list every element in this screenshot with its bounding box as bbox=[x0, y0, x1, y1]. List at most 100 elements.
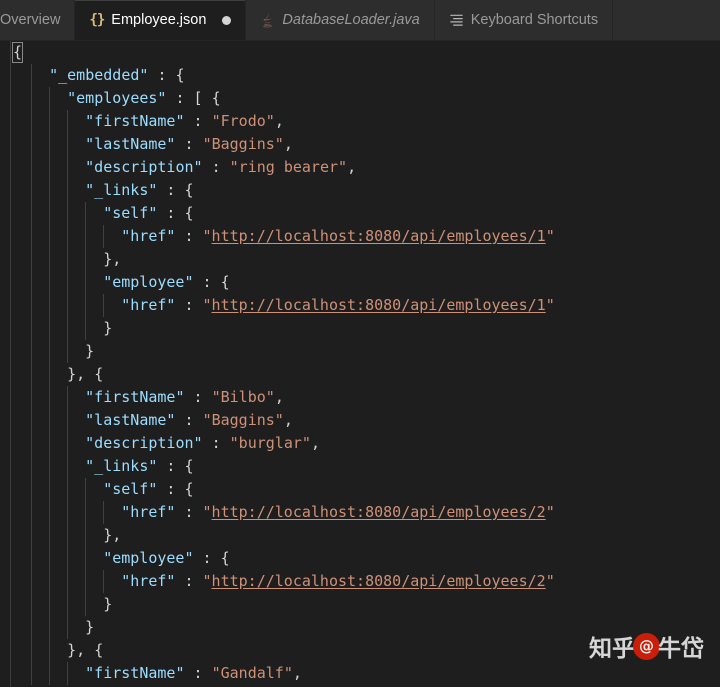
json-punctuation: : bbox=[166, 89, 194, 107]
json-punctuation: : bbox=[175, 503, 203, 521]
code-line[interactable]: "href" : "http://localhost:8080/api/empl… bbox=[0, 225, 720, 248]
indent-guide bbox=[49, 202, 51, 225]
code-line[interactable]: "description" : "burglar", bbox=[0, 432, 720, 455]
code-line[interactable]: { bbox=[0, 41, 720, 64]
indent-guide bbox=[31, 524, 33, 547]
indent-guide bbox=[85, 317, 87, 340]
code-line[interactable]: "_links" : { bbox=[0, 455, 720, 478]
code-line[interactable]: "employees" : [ { bbox=[0, 87, 720, 110]
json-punctuation: { bbox=[184, 204, 194, 222]
json-url-link[interactable]: http://localhost:8080/api/employees/1 bbox=[212, 227, 546, 245]
json-punctuation: , bbox=[283, 135, 293, 153]
code-line-text: "self" : { bbox=[103, 478, 193, 501]
json-quote: " bbox=[545, 572, 555, 590]
tab-databaseloader-java[interactable]: DatabaseLoader.java bbox=[246, 0, 435, 40]
code-line[interactable]: "self" : { bbox=[0, 478, 720, 501]
json-key: "self" bbox=[103, 204, 158, 222]
unsaved-changes-dot[interactable] bbox=[222, 15, 232, 25]
indent-guide bbox=[85, 570, 87, 593]
json-punctuation: , bbox=[283, 411, 293, 429]
code-line[interactable]: "description" : "ring bearer", bbox=[0, 156, 720, 179]
indent-guide bbox=[49, 455, 51, 478]
json-quote: " bbox=[545, 296, 555, 314]
json-key: "description" bbox=[85, 434, 203, 452]
tab-label: DatabaseLoader.java bbox=[282, 11, 420, 28]
json-string-value: "Frodo" bbox=[211, 112, 275, 130]
code-line[interactable]: }, bbox=[0, 524, 720, 547]
tab-keyboard-shortcuts[interactable]: Keyboard Shortcuts bbox=[434, 0, 614, 40]
code-line-text: "description" : "burglar", bbox=[85, 432, 320, 455]
json-quote: " bbox=[545, 227, 555, 245]
json-punctuation: : bbox=[184, 112, 212, 130]
indent-guide bbox=[67, 202, 69, 225]
json-url-link[interactable]: http://localhost:8080/api/employees/2 bbox=[212, 572, 546, 590]
code-editor-pane[interactable]: {"_embedded" : {"employees" : [ {"firstN… bbox=[0, 41, 720, 687]
code-line[interactable]: } bbox=[0, 616, 720, 639]
code-line-text: "self" : { bbox=[103, 202, 193, 225]
code-line[interactable]: "firstName" : "Frodo", bbox=[0, 110, 720, 133]
code-line[interactable]: }, bbox=[0, 248, 720, 271]
indent-guide bbox=[67, 455, 69, 478]
code-line[interactable]: } bbox=[0, 593, 720, 616]
tab-overview[interactable]: Overview bbox=[0, 0, 76, 40]
indent-guide bbox=[31, 639, 33, 662]
code-line[interactable]: "self" : { bbox=[0, 202, 720, 225]
json-punctuation: , bbox=[310, 434, 320, 452]
json-url-link[interactable]: http://localhost:8080/api/employees/2 bbox=[212, 503, 546, 521]
json-punctuation: : bbox=[157, 204, 185, 222]
json-punctuation: } bbox=[85, 342, 95, 360]
code-line[interactable]: }, { bbox=[0, 639, 720, 662]
code-line[interactable]: "employee" : { bbox=[0, 547, 720, 570]
indent-guide bbox=[49, 616, 51, 639]
indent-guide bbox=[49, 363, 51, 386]
indent-guide bbox=[49, 271, 51, 294]
json-punctuation: : bbox=[175, 227, 203, 245]
code-line[interactable]: } bbox=[0, 317, 720, 340]
code-line[interactable]: "firstName" : "Bilbo", bbox=[0, 386, 720, 409]
code-line-text: "employee" : { bbox=[103, 547, 229, 570]
indent-guide bbox=[31, 662, 33, 685]
code-line[interactable]: "firstName" : "Gandalf", bbox=[0, 662, 720, 685]
code-line[interactable]: } bbox=[0, 340, 720, 363]
json-punctuation: , bbox=[292, 664, 302, 682]
code-line-text: "href" : "http://localhost:8080/api/empl… bbox=[121, 570, 554, 593]
json-punctuation: : bbox=[148, 66, 176, 84]
code-line[interactable]: "href" : "http://localhost:8080/api/empl… bbox=[0, 570, 720, 593]
indent-guide bbox=[31, 225, 33, 248]
indent-guide bbox=[85, 271, 87, 294]
tab-label: Overview bbox=[0, 11, 61, 28]
indent-guide bbox=[31, 386, 33, 409]
json-key: "href" bbox=[121, 296, 176, 314]
indent-guide bbox=[31, 248, 33, 271]
indent-guide bbox=[85, 501, 87, 524]
indent-guide bbox=[103, 225, 105, 248]
indent-guide bbox=[67, 294, 69, 317]
json-url-link[interactable]: http://localhost:8080/api/employees/1 bbox=[212, 296, 546, 314]
indent-guide bbox=[31, 202, 33, 225]
code-line-text: "employee" : { bbox=[103, 271, 229, 294]
indent-guide bbox=[67, 317, 69, 340]
code-line-text: }, bbox=[103, 248, 121, 271]
indent-guide bbox=[31, 271, 33, 294]
indent-guide bbox=[49, 639, 51, 662]
indent-guide bbox=[67, 570, 69, 593]
json-punctuation: : bbox=[193, 273, 221, 291]
json-punctuation: : bbox=[157, 480, 185, 498]
json-punctuation: : bbox=[175, 135, 203, 153]
json-code-content[interactable]: {"_embedded" : {"employees" : [ {"firstN… bbox=[0, 41, 720, 685]
indent-guide bbox=[49, 547, 51, 570]
json-punctuation: { bbox=[184, 457, 194, 475]
code-line[interactable]: "lastName" : "Baggins", bbox=[0, 409, 720, 432]
code-line-text: "_embedded" : { bbox=[49, 64, 184, 87]
code-line[interactable]: "_embedded" : { bbox=[0, 64, 720, 87]
code-line[interactable]: "href" : "http://localhost:8080/api/empl… bbox=[0, 294, 720, 317]
code-line[interactable]: "href" : "http://localhost:8080/api/empl… bbox=[0, 501, 720, 524]
code-line[interactable]: }, { bbox=[0, 363, 720, 386]
indent-guide bbox=[31, 179, 33, 202]
code-line[interactable]: "_links" : { bbox=[0, 179, 720, 202]
code-line-text: "lastName" : "Baggins", bbox=[85, 133, 293, 156]
code-line[interactable]: "employee" : { bbox=[0, 271, 720, 294]
tab-employee-json[interactable]: {} Employee.json bbox=[75, 0, 247, 40]
json-key: "description" bbox=[85, 158, 203, 176]
code-line[interactable]: "lastName" : "Baggins", bbox=[0, 133, 720, 156]
